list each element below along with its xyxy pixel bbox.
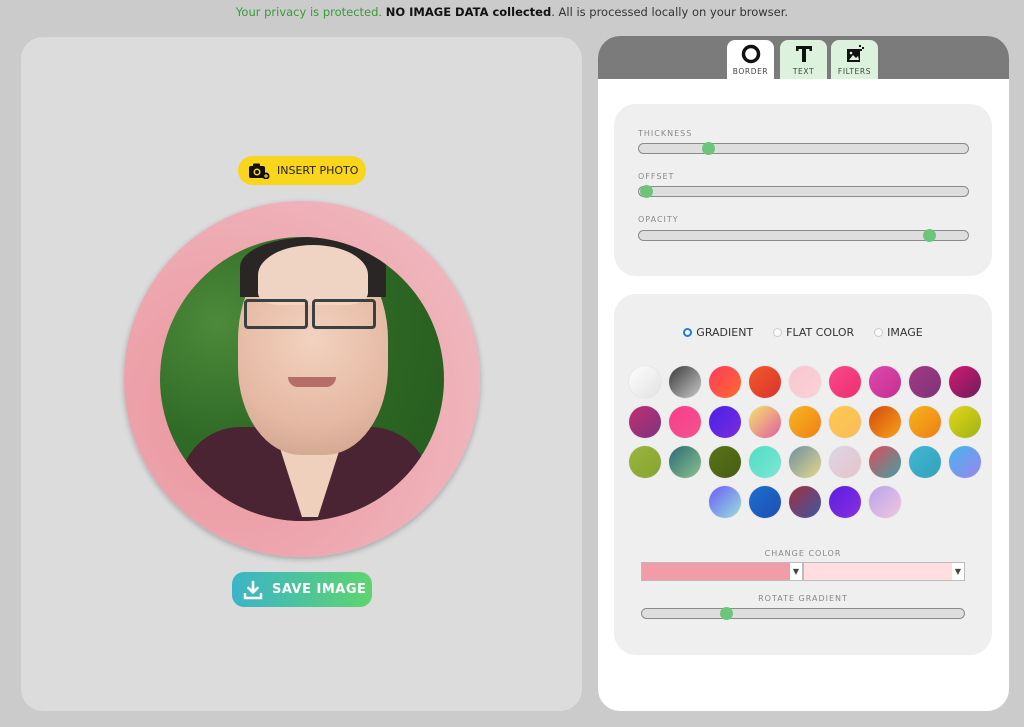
gradient-swatch[interactable] (669, 406, 701, 438)
gradient-swatch[interactable] (629, 406, 661, 438)
radio-dot (683, 328, 693, 337)
change-color-label: CHANGE COLOR (764, 549, 842, 558)
opacity-label: OPACITY (638, 215, 679, 224)
dropdown-arrow-icon: ▼ (952, 563, 964, 580)
opacity-slider[interactable] (638, 229, 969, 242)
gradient-swatch[interactable] (829, 446, 861, 478)
tab-text[interactable]: TEXT (780, 40, 827, 79)
ring-icon (741, 44, 760, 64)
radio-gradient-label: GRADIENT (696, 326, 754, 339)
gradient-swatch[interactable] (789, 406, 821, 438)
radio-image-label: IMAGE (887, 326, 923, 339)
gradient-swatch[interactable] (949, 366, 981, 398)
dropdown-arrow-icon: ▼ (790, 563, 802, 580)
tab-filters-label: FILTERS (837, 67, 872, 76)
gradient-swatch[interactable] (629, 446, 661, 478)
rotate-gradient-slider-thumb[interactable] (719, 607, 733, 620)
tab-bar: BORDER TEXT FILTERS (598, 36, 1009, 79)
radio-gradient[interactable]: GRADIENT (683, 326, 753, 339)
privacy-notice: Your privacy is protected. NO IMAGE DATA… (0, 5, 1024, 19)
gradient-swatch[interactable] (709, 486, 741, 518)
gradient-swatch[interactable] (749, 486, 781, 518)
radio-dot (874, 328, 884, 337)
radio-flat-color-label: FLAT COLOR (786, 326, 855, 339)
profile-photo (160, 237, 444, 521)
gradient-swatch[interactable] (789, 486, 821, 518)
rotate-gradient-slider[interactable] (641, 607, 965, 620)
avatar-border-preview (124, 201, 480, 557)
radio-image[interactable]: IMAGE (874, 326, 923, 339)
fill-mode-radios: GRADIENT FLAT COLOR IMAGE (614, 326, 992, 339)
gradient-swatch[interactable] (709, 446, 741, 478)
gradient-swatch[interactable] (749, 446, 781, 478)
gradient-swatch[interactable] (789, 366, 821, 398)
camera-plus-icon (249, 163, 270, 179)
save-image-button[interactable]: SAVE IMAGE (232, 572, 372, 607)
gradient-swatch[interactable] (869, 406, 901, 438)
no-data-text: NO IMAGE DATA collected (385, 5, 552, 19)
download-icon (243, 580, 263, 599)
settings-panel: BORDER TEXT FILTERS THICKNESS OFFSET OPA… (598, 36, 1009, 711)
gradient-swatch[interactable] (709, 366, 741, 398)
radio-flat-color[interactable]: FLAT COLOR (773, 326, 854, 339)
gradient-end-color-select[interactable]: ▼ (803, 562, 965, 581)
privacy-protected-text: Your privacy is protected. (235, 5, 383, 19)
thickness-slider[interactable] (638, 142, 969, 155)
gradient-swatch[interactable] (709, 406, 741, 438)
gradient-swatch[interactable] (829, 406, 861, 438)
rotate-gradient-label: ROTATE GRADIENT (758, 594, 848, 603)
magic-image-icon (846, 45, 864, 62)
gradient-swatch[interactable] (949, 406, 981, 438)
gradient-start-color-select[interactable]: ▼ (641, 562, 803, 581)
text-t-icon (795, 46, 812, 62)
gradient-swatch[interactable] (669, 366, 701, 398)
offset-slider-thumb[interactable] (639, 185, 653, 198)
start-color-preview (642, 563, 790, 580)
insert-photo-button[interactable]: INSERT PHOTO (238, 156, 366, 185)
tab-border-label: BORDER (732, 67, 769, 76)
opacity-slider-thumb[interactable] (922, 229, 936, 242)
gradient-swatch[interactable] (749, 366, 781, 398)
gradient-swatch[interactable] (629, 366, 661, 398)
radio-dot (773, 328, 783, 337)
gradient-swatch[interactable] (669, 446, 701, 478)
gradient-swatch[interactable] (949, 446, 981, 478)
offset-label: OFFSET (638, 172, 675, 181)
preview-panel: INSERT PHOTO SAVE IMAGE (21, 37, 582, 711)
gradient-swatch-grid (628, 366, 982, 518)
local-processing-text: . All is processed locally on your brows… (551, 5, 789, 19)
end-color-preview (804, 563, 952, 580)
gradient-swatch[interactable] (749, 406, 781, 438)
thickness-label: THICKNESS (638, 129, 693, 138)
gradient-swatch[interactable] (909, 366, 941, 398)
gradient-swatch[interactable] (909, 406, 941, 438)
gradient-swatch[interactable] (909, 446, 941, 478)
thickness-slider-thumb[interactable] (702, 142, 716, 155)
tab-text-label: TEXT (792, 67, 815, 76)
tab-filters[interactable]: FILTERS (831, 40, 878, 79)
gradient-swatch[interactable] (869, 486, 901, 518)
gradient-swatch[interactable] (829, 366, 861, 398)
tab-border[interactable]: BORDER (727, 40, 774, 79)
gradient-swatch[interactable] (789, 446, 821, 478)
insert-photo-label: INSERT PHOTO (277, 164, 359, 177)
gradient-swatch[interactable] (869, 366, 901, 398)
gradient-swatch[interactable] (829, 486, 861, 518)
border-settings-card: THICKNESS OFFSET OPACITY (614, 104, 992, 276)
offset-slider[interactable] (638, 185, 969, 198)
fill-settings-card: GRADIENT FLAT COLOR IMAGE CHANGE COLOR ▼… (614, 294, 992, 655)
gradient-swatch[interactable] (869, 446, 901, 478)
save-image-label: SAVE IMAGE (272, 582, 367, 597)
